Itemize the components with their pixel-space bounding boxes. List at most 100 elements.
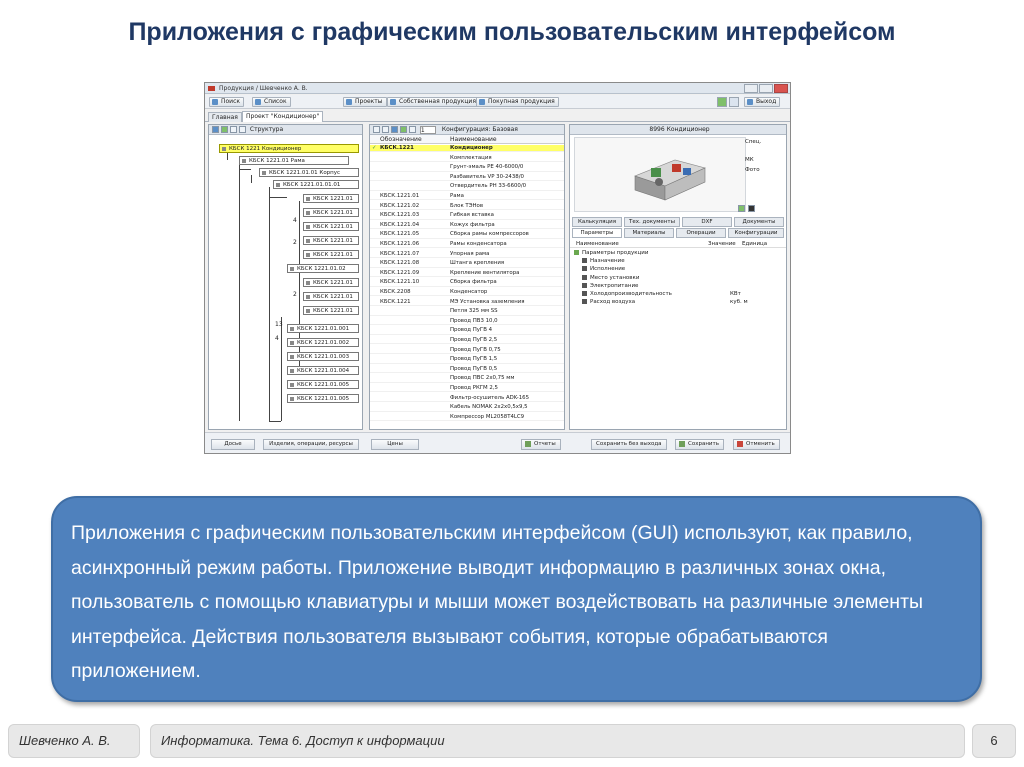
side-item[interactable]: Фото (743, 165, 783, 175)
tree-node[interactable]: КБСК 1221.01.003 (287, 352, 359, 361)
tree-node[interactable]: КБСК 1221.01.01.01 (273, 180, 359, 189)
list-row[interactable]: ✓ КБСК.1221 Кондиционер (370, 145, 564, 153)
exit-button[interactable]: Выход (744, 97, 781, 107)
tree-node[interactable]: КБСК 1221.01 (303, 278, 359, 287)
search-button[interactable]: Поиск (209, 97, 245, 107)
list-row[interactable]: Провод ПВС 2х0,75 мм (370, 375, 564, 383)
tree-node[interactable]: КБСК 1221 Кондиционер (219, 144, 359, 153)
tool-green-icon[interactable] (717, 97, 727, 107)
col-prop-unit[interactable]: Единица (742, 240, 767, 248)
side-item[interactable]: МК (743, 155, 783, 165)
list-tool-icon[interactable] (391, 126, 398, 133)
list-row[interactable]: КБСК.1221.09 Крепление вентилятора (370, 270, 564, 278)
tree-node[interactable]: КБСК 1221.01 (303, 306, 359, 315)
list-row[interactable]: КБСК.1221 МЭ Установка заземления (370, 299, 564, 306)
param-row[interactable]: Холодопроизводительность КВт (582, 290, 782, 298)
col-prop-name[interactable]: Наименование (576, 240, 619, 248)
tab-parameters[interactable]: Параметры (572, 228, 622, 238)
tree-tool-icon[interactable] (221, 126, 228, 133)
list-tool-icon[interactable] (382, 126, 389, 133)
list-row[interactable]: КБСК.1221.03 Гибкая вставка (370, 212, 564, 220)
tab-project[interactable]: Проект "Кондиционер" (242, 111, 324, 122)
list-row[interactable]: Комплектация (370, 155, 564, 162)
tab-documents[interactable]: Документы (734, 217, 784, 227)
list-row[interactable]: Провод ПВ3 10,0 (370, 318, 564, 326)
tree-node[interactable]: КБСК 1221.01.004 (287, 366, 359, 375)
param-row[interactable]: Исполнение (582, 265, 782, 273)
own-products-button[interactable]: Собственная продукция (387, 97, 480, 107)
list-row[interactable]: Петля 325 мм SS (370, 308, 564, 316)
close-icon[interactable] (774, 84, 788, 93)
side-item[interactable]: Спец. (743, 137, 783, 147)
list-row[interactable]: КБСК.1221.07 Упорная рама (370, 251, 564, 258)
dossier-button[interactable]: Досье (211, 439, 255, 450)
tree-node[interactable]: КБСК 1221.01.01 Корпус (259, 168, 359, 177)
minimize-icon[interactable] (744, 84, 758, 93)
tree-node[interactable]: КБСК 1221.01.02 (287, 264, 359, 273)
tab-tech-docs[interactable]: Тех. документы (624, 217, 680, 227)
list-row[interactable]: Провод ПуГВ 1,5 (370, 356, 564, 364)
list-row[interactable]: Провод ПуГВ 0,5 (370, 366, 564, 374)
list-row[interactable]: Грунт-эмаль РЕ 40-6000/0 (370, 164, 564, 172)
tree-node[interactable]: КБСК 1221.01.005 (287, 394, 359, 403)
list-row[interactable]: Кабель NOMAK 2х2х0,5х9,5 (370, 404, 564, 412)
tree-node[interactable]: КБСК 1221.01 (303, 250, 359, 259)
list-row[interactable]: Провод ПуГВ 4 (370, 327, 564, 335)
projects-button[interactable]: Проекты (343, 97, 387, 107)
list-row[interactable]: КБСК.1221.04 Кожух фильтра (370, 222, 564, 230)
param-row[interactable]: Электропитание (582, 282, 782, 290)
list-row[interactable]: КБСК.1221.10 Сборка фильтра (370, 279, 564, 287)
tool-info-icon[interactable] (729, 97, 739, 107)
param-row[interactable]: Назначение (582, 257, 782, 265)
col-name[interactable]: Наименование (450, 135, 497, 144)
tree-node[interactable]: КБСК 1221.01 (303, 222, 359, 231)
param-row[interactable]: Место установки (582, 274, 782, 282)
list-row[interactable]: Фильтр-осушитель ADK-165 (370, 395, 564, 402)
tree-node[interactable]: КБСК 1221.01 (303, 236, 359, 245)
maximize-icon[interactable] (759, 84, 773, 93)
tab-main[interactable]: Главная (208, 112, 242, 122)
param-row[interactable]: Расход воздуха куб. м (582, 298, 782, 306)
save-button[interactable]: Сохранить (675, 439, 724, 450)
purchased-products-button[interactable]: Покупная продукция (476, 97, 559, 107)
tree-node[interactable]: КБСК 1221.01.001 (287, 324, 359, 333)
list-row[interactable]: Провод ПуГВ 0,75 (370, 347, 564, 354)
tree-node[interactable]: КБСК 1221.01 Рама (239, 156, 349, 165)
list-tool-icon[interactable] (400, 126, 407, 133)
list-row[interactable]: КБСК.1221.05 Сборка рамы компрессоров (370, 231, 564, 239)
tree-tool-icon[interactable] (212, 126, 219, 133)
tab-calculation[interactable]: Калькуляция (572, 217, 622, 227)
list-row[interactable]: Разбавитель VP 30-2438/0 (370, 174, 564, 182)
list-tool-icon[interactable] (373, 126, 380, 133)
tree-tool-icon[interactable] (239, 126, 246, 133)
list-button[interactable]: Список (252, 97, 291, 107)
tab-dxf[interactable]: DXF (682, 217, 732, 227)
tree-node[interactable]: КБСК 1221.01.005 (287, 380, 359, 389)
col-designation[interactable]: Обозначение (380, 135, 422, 144)
items-ops-button[interactable]: Изделия, операции, ресурсы (263, 439, 359, 450)
prices-button[interactable]: Цены (371, 439, 419, 450)
save-no-exit-button[interactable]: Сохранить без выхода (591, 439, 667, 450)
list-tool-icon[interactable] (409, 126, 416, 133)
list-row[interactable]: Провод ПуГВ 2,5 (370, 337, 564, 345)
tree-node[interactable]: КБСК 1221.01 (303, 208, 359, 217)
tree-node[interactable]: КБСК 1221.01.002 (287, 338, 359, 347)
tab-materials[interactable]: Материалы (624, 228, 674, 238)
cancel-button[interactable]: Отменить (733, 439, 780, 450)
list-row[interactable]: КБСК.1221.06 Рамы конденсатора (370, 241, 564, 249)
list-row[interactable]: КБСК.2208 Конденсатор (370, 289, 564, 297)
configuration-label[interactable]: Конфигурация: Базовая (442, 126, 518, 133)
photo-tool-icon[interactable] (738, 205, 745, 212)
tree-node[interactable]: КБСК 1221.01 (303, 194, 359, 203)
list-row[interactable]: КБСК.1221.01 Рама (370, 193, 564, 201)
save-photo-icon[interactable] (748, 205, 755, 212)
col-prop-value[interactable]: Значение (708, 240, 736, 248)
tab-operations[interactable]: Операции (676, 228, 726, 238)
page-input[interactable]: 1 (419, 125, 436, 134)
reports-button[interactable]: Отчеты (521, 439, 561, 450)
param-row[interactable]: Параметры продукции (574, 249, 774, 257)
list-row[interactable]: Отвердитель РН 33-6600/0 (370, 183, 564, 191)
list-row[interactable]: КБСК.1221.08 Штанга крепления (370, 260, 564, 268)
list-row[interactable]: Провод РКГМ 2,5 (370, 385, 564, 393)
tree-node[interactable]: КБСК 1221.01 (303, 292, 359, 301)
